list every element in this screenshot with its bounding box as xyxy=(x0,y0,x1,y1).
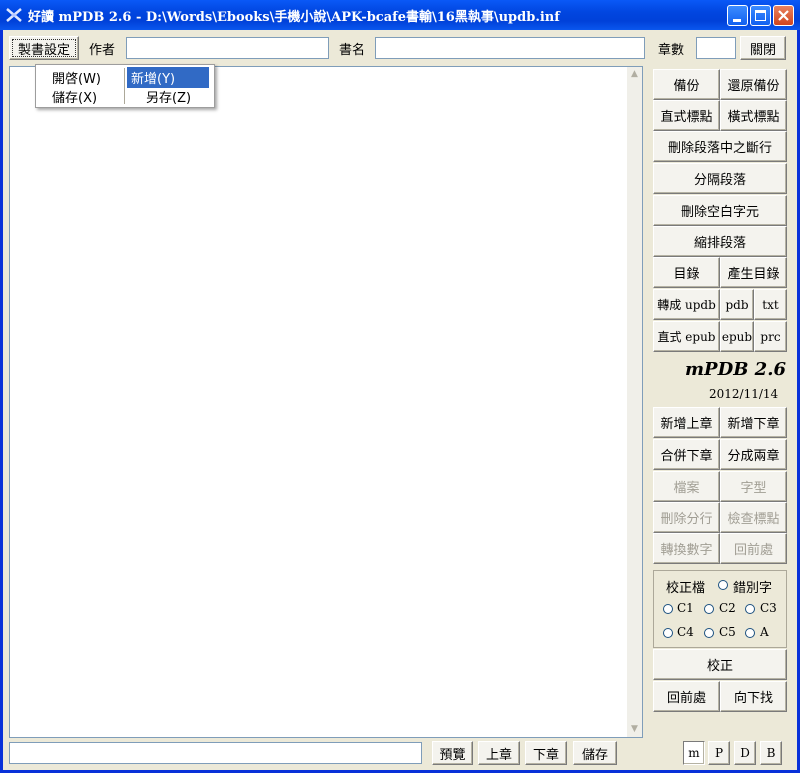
proof-file-label: 校正檔 xyxy=(666,581,706,596)
title-bar: 好讀 mPDB 2.6 - D:\Words\Ebooks\手機小說\APK-b… xyxy=(0,0,800,30)
to-updb-button[interactable]: 轉成 updb xyxy=(653,289,720,320)
c3-radio[interactable] xyxy=(745,604,755,614)
font-button[interactable]: 字型 xyxy=(720,471,787,502)
app-icon xyxy=(6,8,22,22)
minimize-button[interactable] xyxy=(727,5,748,26)
vertical-epub-button[interactable]: 直式 epub xyxy=(653,321,720,352)
horizontal-punct-button[interactable]: 橫式標點 xyxy=(720,100,787,131)
next-chapter-button[interactable]: 下章 xyxy=(525,741,567,765)
remove-line-breaks-button[interactable]: 刪除分行 xyxy=(653,502,720,533)
restore-backup-button[interactable]: 還原備份 xyxy=(720,69,787,100)
epub-button[interactable]: epub xyxy=(720,321,754,352)
generate-toc-button[interactable]: 產生目錄 xyxy=(720,257,787,288)
mode-d-button[interactable]: D xyxy=(734,741,756,765)
bottom-input[interactable] xyxy=(9,742,422,764)
scroll-down-icon[interactable]: ▼ xyxy=(628,723,641,736)
c1-label: C1 xyxy=(677,601,694,615)
indent-para-button[interactable]: 縮排段落 xyxy=(653,226,787,257)
a-label: A xyxy=(760,625,769,639)
chapters-label: 章數 xyxy=(658,43,685,58)
vertical-scrollbar[interactable]: ▲ ▼ xyxy=(627,67,642,737)
mode-b-button[interactable]: B xyxy=(760,741,782,765)
backup-button[interactable]: 備份 xyxy=(653,69,720,100)
remove-blank-chars-button[interactable]: 刪除空白字元 xyxy=(653,195,787,226)
c3-label: C3 xyxy=(760,601,777,615)
mode-m-button[interactable]: m xyxy=(683,741,705,765)
window-title: 好讀 mPDB 2.6 - D:\Words\Ebooks\手機小說\APK-b… xyxy=(28,10,560,25)
close-icon xyxy=(778,10,789,21)
find-next-button[interactable]: 向下找 xyxy=(720,681,787,712)
file-button[interactable]: 檔案 xyxy=(653,471,720,502)
c5-label: C5 xyxy=(719,625,736,639)
merge-next-chapter-button[interactable]: 合併下章 xyxy=(653,439,720,470)
minimize-icon xyxy=(733,19,741,22)
close-button[interactable]: 關閉 xyxy=(740,36,786,60)
make-book-menu: 開啓(W) 儲存(X) 新增(Y) 另存(Z) xyxy=(35,64,215,108)
pdb-button[interactable]: pdb xyxy=(720,289,754,320)
c5-radio[interactable] xyxy=(704,628,714,638)
c1-radio[interactable] xyxy=(663,604,673,614)
vertical-punct-button[interactable]: 直式標點 xyxy=(653,100,720,131)
preview-button[interactable]: 預覽 xyxy=(432,741,473,765)
a-radio[interactable] xyxy=(745,628,755,638)
typo-radio[interactable] xyxy=(718,580,728,590)
add-next-chapter-button[interactable]: 新增下章 xyxy=(720,407,787,438)
make-book-settings-button[interactable]: 製書設定 xyxy=(9,36,79,60)
back-button[interactable]: 回前處 xyxy=(653,681,720,712)
c2-label: C2 xyxy=(719,601,736,615)
mode-p-button[interactable]: P xyxy=(708,741,730,765)
menu-item-save-as[interactable]: 另存(Z) xyxy=(142,86,195,107)
app-window: 好讀 mPDB 2.6 - D:\Words\Ebooks\手機小說\APK-b… xyxy=(0,0,800,773)
maximize-button[interactable] xyxy=(750,5,771,26)
c2-radio[interactable] xyxy=(704,604,714,614)
book-title-input[interactable] xyxy=(375,37,645,59)
author-label: 作者 xyxy=(89,43,116,58)
close-window-button[interactable] xyxy=(773,5,794,26)
prev-chapter-button[interactable]: 上章 xyxy=(478,741,520,765)
maximize-icon xyxy=(755,10,766,21)
toc-button[interactable]: 目錄 xyxy=(653,257,720,288)
proofread-button[interactable]: 校正 xyxy=(653,649,787,680)
c4-label: C4 xyxy=(677,625,694,639)
split-para-button[interactable]: 分隔段落 xyxy=(653,163,787,194)
add-prev-chapter-button[interactable]: 新增上章 xyxy=(653,407,720,438)
menu-separator xyxy=(124,68,125,104)
split-two-chapters-button[interactable]: 分成兩章 xyxy=(720,439,787,470)
menu-item-save[interactable]: 儲存(X) xyxy=(48,86,101,107)
author-input[interactable] xyxy=(126,37,329,59)
remove-para-breaks-button[interactable]: 刪除段落中之斷行 xyxy=(653,131,787,162)
c4-radio[interactable] xyxy=(663,628,673,638)
convert-numbers-button[interactable]: 轉換數字 xyxy=(653,533,720,564)
version-date: 2012/11/14 xyxy=(709,387,779,401)
check-punct-button[interactable]: 檢查標點 xyxy=(720,502,787,533)
back-prev-button[interactable]: 回前處 xyxy=(720,533,787,564)
typo-label: 錯別字 xyxy=(733,581,773,596)
prc-button[interactable]: prc xyxy=(754,321,787,352)
scroll-up-icon[interactable]: ▲ xyxy=(628,68,641,81)
bottom-save-button[interactable]: 儲存 xyxy=(573,741,617,765)
menu-item-new[interactable]: 新增(Y) xyxy=(127,67,209,88)
menu-item-open[interactable]: 開啓(W) xyxy=(48,67,105,88)
app-name-label: mPDB 2.6 xyxy=(685,359,786,380)
book-title-label: 書名 xyxy=(339,43,366,58)
chapters-input[interactable] xyxy=(696,37,736,59)
txt-button[interactable]: txt xyxy=(754,289,787,320)
main-text-area[interactable]: ▲ ▼ xyxy=(9,66,643,738)
